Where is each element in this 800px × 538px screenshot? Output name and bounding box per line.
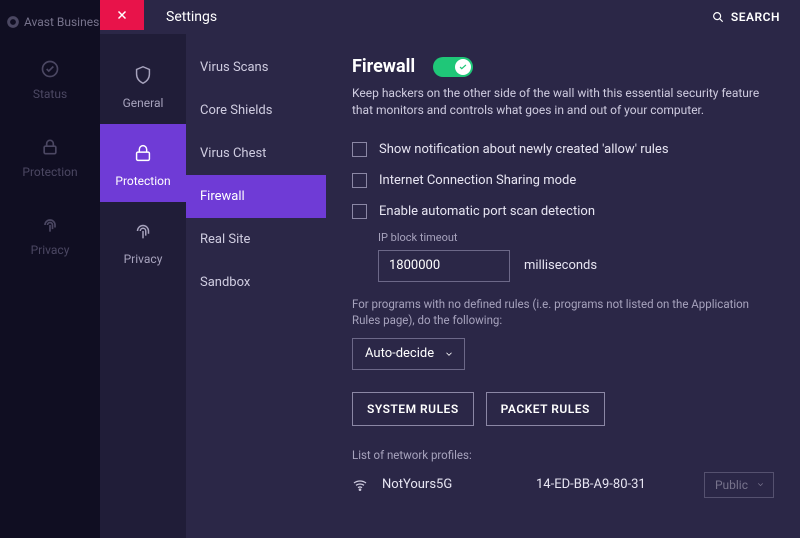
checkbox[interactable] — [352, 142, 367, 157]
rules-button-row: SYSTEM RULES PACKET RULES — [352, 392, 774, 426]
category-column: General Protection Privacy — [100, 34, 186, 538]
chevron-down-icon — [756, 480, 765, 489]
subnav-sandbox[interactable]: Sandbox — [186, 261, 326, 304]
subnav-firewall[interactable]: Firewall — [186, 175, 326, 218]
undefined-rules-select[interactable]: Auto-decide — [352, 338, 465, 370]
profiles-list-label: List of network profiles: — [352, 448, 774, 462]
check-ics-mode[interactable]: Internet Connection Sharing mode — [352, 165, 774, 196]
close-button[interactable] — [100, 0, 144, 30]
global-nav: Avast Busines Status Protection Privacy — [0, 0, 100, 538]
network-profile-row: NotYours5G 14-ED-BB-A9-80-31 Public — [352, 472, 774, 498]
profile-mode-value: Public — [715, 478, 748, 492]
chevron-down-icon — [444, 349, 454, 359]
section-heading: Firewall — [352, 56, 415, 77]
heading-row: Firewall — [352, 56, 774, 77]
subnav-label: Real Site — [200, 232, 250, 247]
search-label: SEARCH — [731, 10, 780, 24]
gnav-protection[interactable]: Protection — [0, 117, 100, 195]
settings-body: General Protection Privacy Virus Scans C… — [100, 34, 800, 538]
profile-name: NotYours5G — [382, 477, 522, 492]
ip-block-input[interactable] — [378, 250, 510, 282]
close-icon — [115, 8, 129, 22]
fingerprint-icon — [132, 220, 154, 242]
cat-privacy-label: Privacy — [124, 252, 163, 266]
check-label: Show notification about newly created 'a… — [379, 142, 669, 157]
subnav-label: Sandbox — [200, 275, 250, 290]
gnav-privacy-label: Privacy — [31, 243, 70, 257]
subnav-virus-chest[interactable]: Virus Chest — [186, 132, 326, 175]
gnav-status-label: Status — [33, 87, 67, 101]
search-icon — [711, 10, 725, 24]
settings-panel: Settings SEARCH General Protection Priva… — [100, 0, 800, 538]
subnav-label: Virus Scans — [200, 60, 268, 75]
toggle-knob — [455, 59, 471, 75]
ip-block-row: milliseconds — [378, 250, 774, 282]
ip-block-label: IP block timeout — [378, 231, 774, 244]
status-circle-icon — [40, 59, 60, 79]
select-value: Auto-decide — [365, 346, 434, 361]
subnav-label: Firewall — [200, 189, 245, 204]
lock-icon — [132, 142, 154, 164]
gnav-status[interactable]: Status — [0, 39, 100, 117]
content-area: Firewall Keep hackers on the other side … — [326, 34, 800, 538]
subnav-column: Virus Scans Core Shields Virus Chest Fir… — [186, 34, 326, 538]
cat-privacy[interactable]: Privacy — [100, 202, 186, 280]
undefined-rules-text: For programs with no defined rules (i.e.… — [352, 296, 774, 328]
check-icon — [458, 62, 468, 72]
button-label: SYSTEM RULES — [367, 402, 459, 416]
page-title: Settings — [166, 9, 711, 25]
ip-block-unit: milliseconds — [524, 258, 597, 273]
subnav-label: Virus Chest — [200, 146, 266, 161]
search-button[interactable]: SEARCH — [711, 10, 800, 24]
check-label: Enable automatic port scan detection — [379, 204, 595, 219]
firewall-toggle[interactable] — [433, 57, 473, 77]
subnav-real-site[interactable]: Real Site — [186, 218, 326, 261]
lock-icon — [40, 137, 60, 157]
subnav-virus-scans[interactable]: Virus Scans — [186, 46, 326, 89]
checkbox[interactable] — [352, 204, 367, 219]
fingerprint-icon — [40, 215, 60, 235]
check-label: Internet Connection Sharing mode — [379, 173, 576, 188]
shield-icon — [132, 64, 154, 86]
gnav-privacy[interactable]: Privacy — [0, 195, 100, 273]
check-allow-rules-notify[interactable]: Show notification about newly created 'a… — [352, 134, 774, 165]
system-rules-button[interactable]: SYSTEM RULES — [352, 392, 474, 426]
wifi-icon — [352, 477, 368, 493]
brand-text: Avast Busines — [24, 15, 99, 29]
topbar: Settings SEARCH — [100, 0, 800, 34]
cat-protection[interactable]: Protection — [100, 124, 186, 202]
brand-logo-icon — [6, 15, 20, 29]
gnav-protection-label: Protection — [22, 165, 77, 179]
checkbox[interactable] — [352, 173, 367, 188]
profile-mode-select[interactable]: Public — [704, 472, 774, 498]
subnav-core-shields[interactable]: Core Shields — [186, 89, 326, 132]
button-label: PACKET RULES — [501, 402, 590, 416]
profile-mac: 14-ED-BB-A9-80-31 — [536, 477, 690, 492]
cat-protection-label: Protection — [115, 174, 170, 188]
cat-general-label: General — [123, 96, 164, 110]
section-description: Keep hackers on the other side of the wa… — [352, 85, 774, 120]
check-port-scan[interactable]: Enable automatic port scan detection — [352, 196, 774, 227]
brand: Avast Busines — [0, 5, 100, 39]
subnav-label: Core Shields — [200, 103, 272, 118]
cat-general[interactable]: General — [100, 46, 186, 124]
packet-rules-button[interactable]: PACKET RULES — [486, 392, 605, 426]
